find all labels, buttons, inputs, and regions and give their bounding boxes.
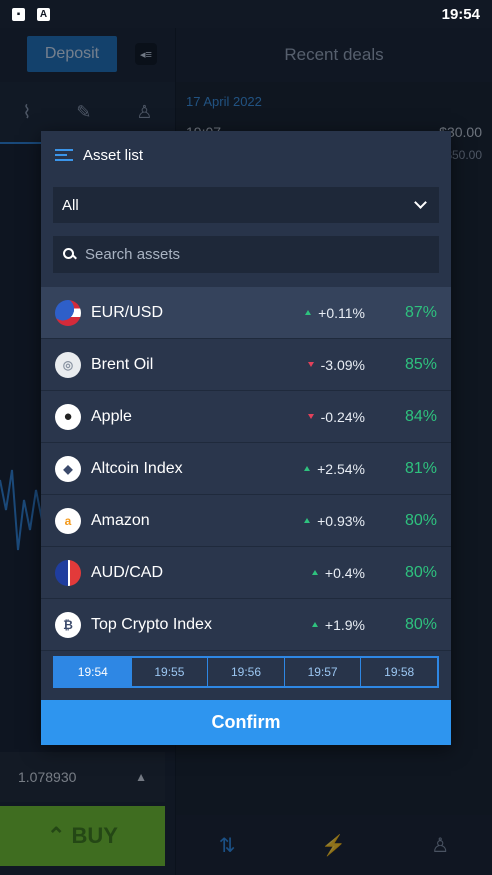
asset-row-top-crypto-index[interactable]: ₿ Top Crypto Index +1.9% 80% [41,599,451,651]
asset-name: Amazon [91,511,150,529]
asset-payout: 81% [404,459,437,477]
modal-header: Asset list [41,131,451,179]
select-value: All [62,196,79,214]
asset-name: Apple [91,407,132,425]
asset-row-apple[interactable]: ● Apple -0.24% 84% [41,391,451,443]
au-ca-flag-icon [55,559,81,586]
asset-payout: 80% [404,615,437,633]
asset-change: +2.54% [279,461,365,477]
image-icon: ▪ [12,7,25,21]
asset-name: Brent Oil [91,355,154,373]
status-bar: ▪ A 19:54 [0,0,492,28]
asset-payout: 84% [404,407,437,425]
time-option[interactable]: 19:56 [208,658,285,686]
asset-list-modal: Asset list All EUR/USD +0.11% 87% ◎ Bren… [41,131,451,745]
asset-name: Top Crypto Index [91,615,212,633]
up-arrow-icon [311,570,318,575]
list-icon [55,149,73,161]
time-option[interactable]: 19:55 [132,658,209,686]
apple-icon: ● [55,403,81,430]
asset-row-aud-cad[interactable]: AUD/CAD +0.4% 80% [41,547,451,599]
up-arrow-icon [305,310,312,315]
asset-change: +1.9% [279,617,365,633]
asset-change: +0.11% [279,305,365,321]
up-arrow-icon [311,622,318,627]
asset-row-altcoin-index[interactable]: ◆ Altcoin Index +2.54% 81% [41,443,451,495]
status-time: 19:54 [441,5,480,23]
asset-payout: 87% [404,303,437,321]
asset-row-eur-usd[interactable]: EUR/USD +0.11% 87% [41,287,451,339]
eu-us-flag-icon [55,299,81,326]
app-root: ▪ A 19:54 Deposit ◂≡ Recent deals ⌇ ✎ ♙ … [0,0,492,875]
asset-payout: 80% [404,511,437,529]
bitcoin-icon: ₿ [55,611,81,638]
search-icon [63,248,76,261]
oil-icon: ◎ [55,351,81,378]
chevron-down-icon [414,196,427,209]
down-arrow-icon [307,362,314,367]
asset-row-amazon[interactable]: a Amazon +0.93% 80% [41,495,451,547]
up-arrow-icon [304,466,311,471]
confirm-button[interactable]: Confirm [41,700,451,745]
time-option[interactable]: 19:57 [285,658,362,686]
asset-payout: 80% [404,563,437,581]
time-option[interactable]: 19:58 [361,658,437,686]
asset-category-select[interactable]: All [53,187,439,223]
asset-change: +0.4% [279,565,365,581]
search-input[interactable] [85,246,405,263]
asset-name: EUR/USD [91,303,164,321]
up-arrow-icon [304,518,311,523]
asset-name: Altcoin Index [91,459,183,477]
asset-payout: 85% [404,355,437,373]
asset-name: AUD/CAD [91,563,164,581]
asset-list: EUR/USD +0.11% 87% ◎ Brent Oil -3.09% 85… [41,287,451,651]
time-option[interactable]: 19:54 [55,658,132,686]
modal-title: Asset list [83,146,144,164]
text-app-icon: A [37,7,50,21]
down-arrow-icon [307,414,314,419]
asset-change: +0.93% [279,513,365,529]
ethereum-icon: ◆ [55,455,81,482]
amazon-icon: a [55,507,81,534]
expiry-time-selector: 19:54 19:55 19:56 19:57 19:58 [53,656,439,688]
asset-change: -0.24% [279,409,365,425]
asset-change: -3.09% [279,357,365,373]
search-box[interactable] [53,236,439,273]
asset-row-brent-oil[interactable]: ◎ Brent Oil -3.09% 85% [41,339,451,391]
